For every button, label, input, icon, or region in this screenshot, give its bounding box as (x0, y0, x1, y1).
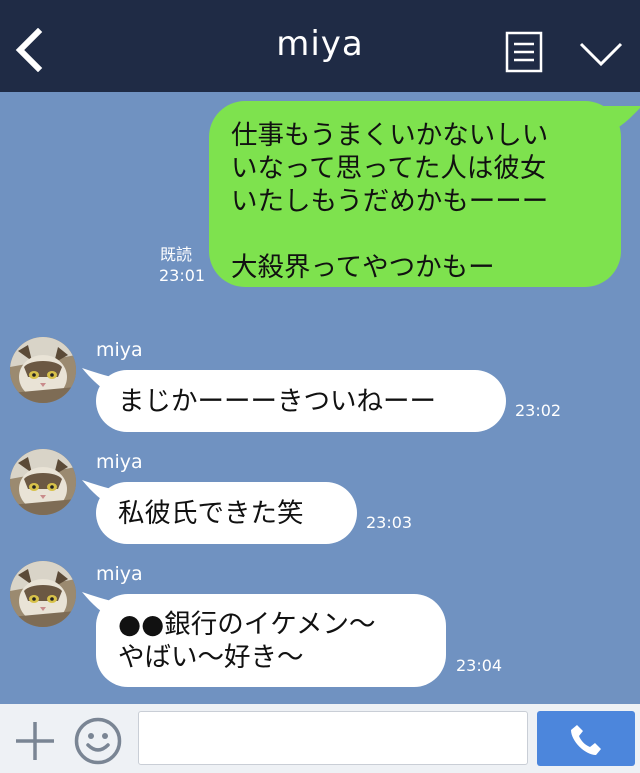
read-receipt: 既読 (160, 245, 193, 264)
sender-avatar[interactable] (10, 337, 76, 403)
plus-icon[interactable] (14, 720, 56, 762)
sender-name: miya (96, 563, 143, 585)
received-message-line: 私彼氏できた笑 (118, 497, 304, 529)
sent-message-line: いなって思ってた人は彼女 (231, 153, 547, 184)
received-message-time: 23:02 (515, 401, 562, 420)
sent-message-line (231, 218, 621, 251)
sent-message-time: 23:01 (159, 266, 206, 285)
call-button[interactable] (537, 711, 635, 766)
cat-avatar-icon (10, 561, 76, 627)
composer-bar (0, 704, 640, 773)
received-message-line: ●●銀行のイケメン〜 (118, 608, 376, 640)
received-message-line: やばい〜好き〜 (118, 641, 304, 673)
sent-message-line: いたしもうだめかもーーー (231, 186, 549, 217)
cat-avatar-icon (10, 449, 76, 515)
received-message-bubble[interactable]: 私彼氏できた笑 (96, 482, 357, 544)
sent-message-line: 仕事もうまくいかないしい (231, 120, 549, 151)
smile-icon[interactable] (74, 717, 122, 765)
sender-avatar[interactable] (10, 561, 76, 627)
sent-message-line: 大殺界ってやつかもー (231, 252, 495, 283)
phone-icon (571, 725, 601, 755)
chat-header: miya (0, 0, 640, 92)
message-input[interactable] (138, 711, 528, 765)
sender-avatar[interactable] (10, 449, 76, 515)
received-message-time: 23:04 (456, 656, 503, 675)
sender-name: miya (96, 339, 143, 361)
sent-message-bubble[interactable]: 仕事もうまくいかないしい いなって思ってた人は彼女 いたしもうだめかもーーー 大… (209, 101, 621, 287)
received-message-bubble[interactable]: まじかーーーきついねーー (96, 370, 506, 432)
received-message-bubble[interactable]: ●●銀行のイケメン〜 やばい〜好き〜 (96, 594, 446, 687)
sender-name: miya (96, 451, 143, 473)
notes-icon[interactable] (505, 31, 543, 73)
chat-title: miya (276, 24, 364, 64)
received-message-time: 23:03 (366, 513, 413, 532)
message-list[interactable]: 仕事もうまくいかないしい いなって思ってた人は彼女 いたしもうだめかもーーー 大… (0, 92, 640, 704)
received-message-line: まじかーーーきついねーー (118, 385, 436, 417)
chevron-down-icon[interactable] (578, 40, 624, 68)
cat-avatar-icon (10, 337, 76, 403)
